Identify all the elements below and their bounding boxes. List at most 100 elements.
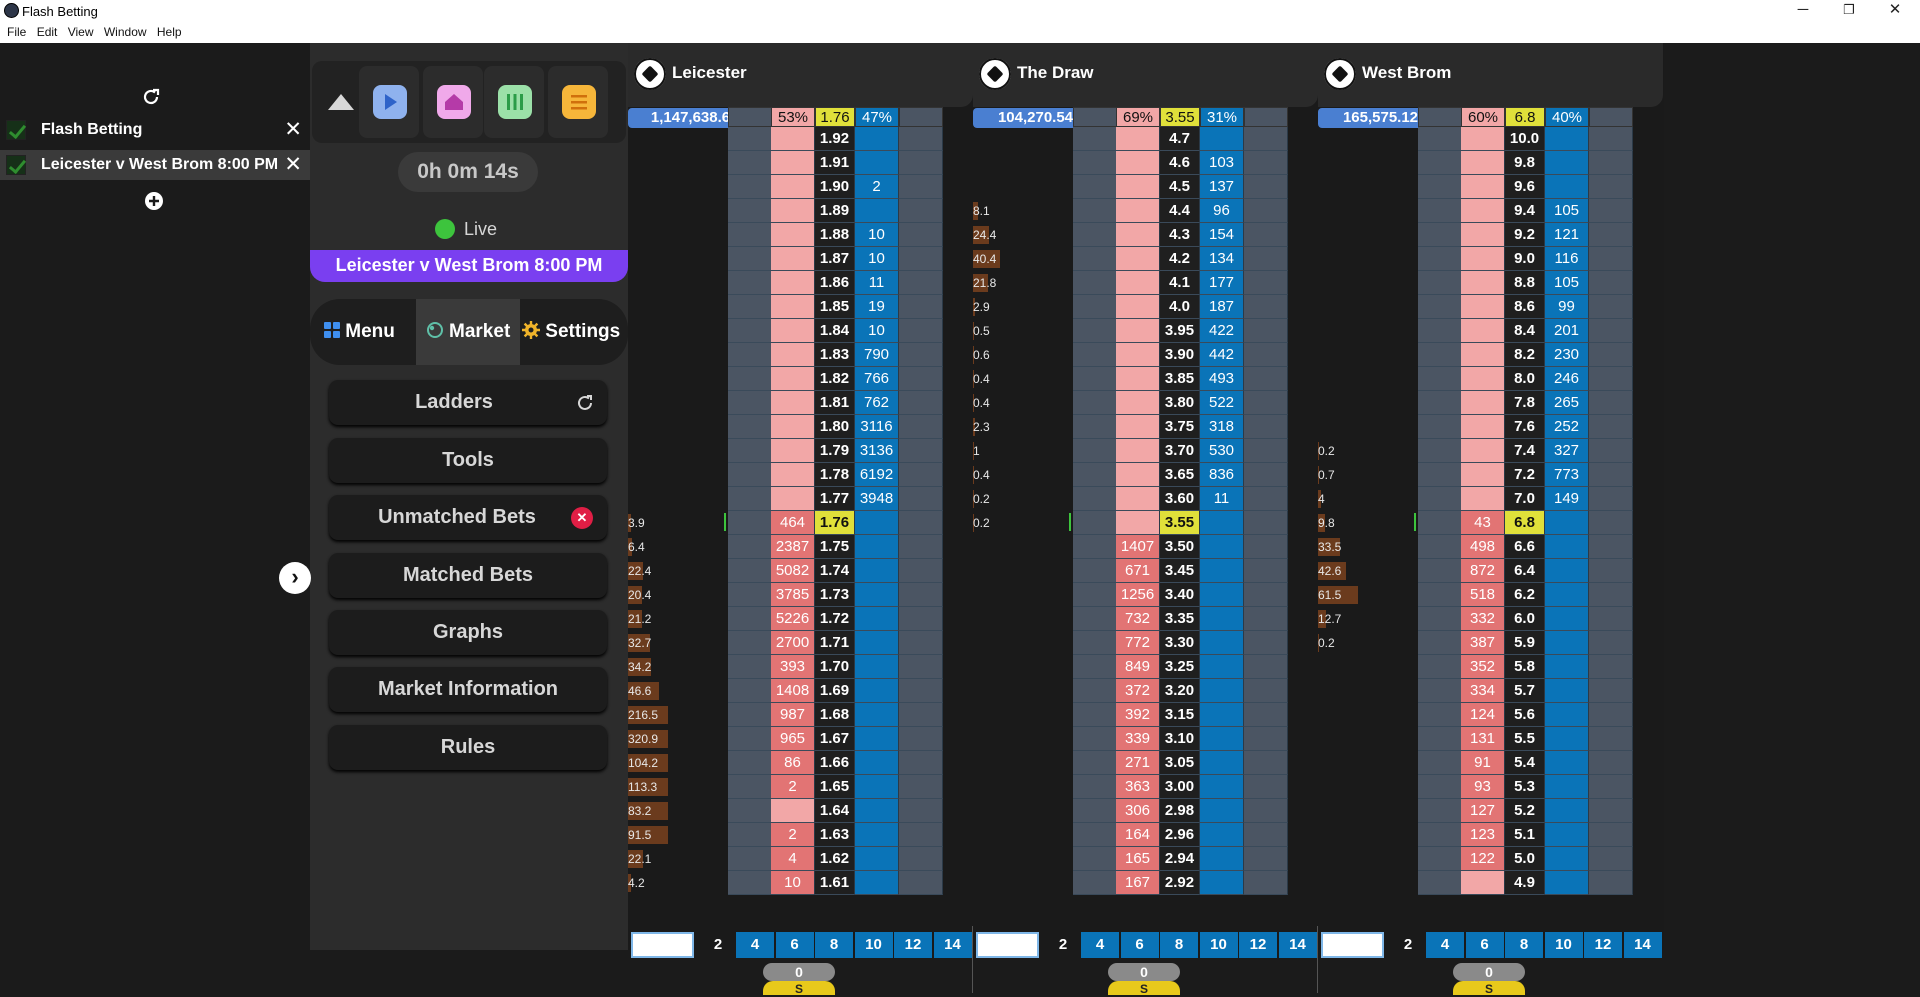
back-cell[interactable] <box>855 703 899 727</box>
ladder-cell[interactable] <box>1589 535 1633 559</box>
ladder-cell[interactable] <box>1073 583 1117 607</box>
lay-cell[interactable] <box>1461 439 1505 463</box>
menu-view[interactable]: View <box>61 22 94 39</box>
lay-cell[interactable] <box>1461 247 1505 271</box>
stake-step-button[interactable]: 14 <box>934 932 972 958</box>
ladder-cell[interactable] <box>1244 655 1288 679</box>
ladder-cell[interactable] <box>1073 463 1117 487</box>
back-cell[interactable] <box>855 655 899 679</box>
ladder-cell[interactable] <box>728 271 772 295</box>
ladder-cell[interactable] <box>1244 223 1288 247</box>
lay-cell[interactable]: 339 <box>1116 727 1160 751</box>
back-cell[interactable] <box>855 535 899 559</box>
lay-cell[interactable]: 10 <box>771 871 815 895</box>
lay-cell[interactable]: 123 <box>1461 823 1505 847</box>
lay-cell[interactable]: 872 <box>1461 559 1505 583</box>
ladder-cell[interactable] <box>1418 751 1462 775</box>
lay-cell[interactable] <box>771 271 815 295</box>
ladder-cell[interactable] <box>728 871 772 895</box>
back-cell[interactable] <box>1545 775 1589 799</box>
back-cell[interactable]: 201 <box>1545 319 1589 343</box>
back-cell[interactable]: 230 <box>1545 343 1589 367</box>
close-icon[interactable]: ✕ <box>284 117 302 142</box>
back-cell[interactable]: 10 <box>855 319 899 343</box>
ladder-cell[interactable] <box>728 655 772 679</box>
ladder-cell[interactable] <box>1244 847 1288 871</box>
lay-cell[interactable]: 91 <box>1461 751 1505 775</box>
ladder-cell[interactable] <box>1418 223 1462 247</box>
ladder-cell[interactable] <box>1073 319 1117 343</box>
lay-cell[interactable] <box>1461 463 1505 487</box>
ladder-cell[interactable] <box>899 343 943 367</box>
ladder-cell[interactable] <box>1418 415 1462 439</box>
lay-cell[interactable] <box>1116 175 1160 199</box>
back-cell[interactable]: 105 <box>1545 199 1589 223</box>
columns-button[interactable] <box>484 66 544 138</box>
back-cell[interactable] <box>1200 727 1244 751</box>
stop-button[interactable]: S <box>763 981 835 995</box>
ladder-cell[interactable] <box>1244 823 1288 847</box>
ladder-cell[interactable] <box>1418 703 1462 727</box>
back-cell[interactable]: 137 <box>1200 175 1244 199</box>
back-cell[interactable] <box>1545 535 1589 559</box>
lay-cell[interactable] <box>1116 271 1160 295</box>
triangle-up-icon[interactable] <box>326 91 356 113</box>
back-cell[interactable]: 246 <box>1545 367 1589 391</box>
lay-cell[interactable] <box>1116 223 1160 247</box>
back-cell[interactable]: 766 <box>855 367 899 391</box>
back-cell[interactable]: 99 <box>1545 295 1589 319</box>
lay-cell[interactable] <box>1461 271 1505 295</box>
play-button[interactable] <box>359 66 419 138</box>
lay-cell[interactable] <box>771 295 815 319</box>
back-cell[interactable] <box>1200 823 1244 847</box>
lay-cell[interactable]: 392 <box>1116 703 1160 727</box>
ladder-cell[interactable] <box>899 319 943 343</box>
ladder-cell[interactable] <box>1589 823 1633 847</box>
back-cell[interactable] <box>1200 583 1244 607</box>
lay-cell[interactable] <box>1116 199 1160 223</box>
back-cell[interactable] <box>1545 751 1589 775</box>
lay-cell[interactable]: 167 <box>1116 871 1160 895</box>
lay-cell[interactable]: 164 <box>1116 823 1160 847</box>
back-cell[interactable]: 252 <box>1545 415 1589 439</box>
ladder-cell[interactable] <box>1418 439 1462 463</box>
ladder-cell[interactable] <box>1589 655 1633 679</box>
stake-step-button[interactable]: 4 <box>1426 932 1464 958</box>
cancel-all-icon[interactable]: ✕ <box>571 507 593 529</box>
ladder-cell[interactable] <box>728 631 772 655</box>
ladder-cell[interactable] <box>1418 127 1462 151</box>
ladder-cell[interactable] <box>1589 583 1633 607</box>
back-cell[interactable] <box>1545 127 1589 151</box>
ladder-cell[interactable] <box>899 535 943 559</box>
ladder-cell[interactable] <box>1073 199 1117 223</box>
lay-cell[interactable] <box>1116 127 1160 151</box>
back-cell[interactable] <box>855 679 899 703</box>
ladder-cell[interactable] <box>1418 247 1462 271</box>
close-window-button[interactable]: ✕ <box>1872 0 1918 22</box>
refresh-icon[interactable] <box>140 86 162 108</box>
back-cell[interactable]: 773 <box>1545 463 1589 487</box>
lay-cell[interactable] <box>1461 223 1505 247</box>
back-cell[interactable] <box>1545 727 1589 751</box>
ladder-cell[interactable] <box>1073 511 1117 535</box>
ladder-cell[interactable] <box>1589 247 1633 271</box>
ladder-cell[interactable] <box>728 535 772 559</box>
back-cell[interactable] <box>855 823 899 847</box>
ladder-cell[interactable] <box>728 847 772 871</box>
lay-cell[interactable]: 393 <box>771 655 815 679</box>
ladder-cell[interactable] <box>1418 199 1462 223</box>
back-cell[interactable]: 327 <box>1545 439 1589 463</box>
ladder-cell[interactable] <box>1589 559 1633 583</box>
back-cell[interactable]: 19 <box>855 295 899 319</box>
ladder-cell[interactable] <box>1073 271 1117 295</box>
ladder-cell[interactable] <box>1244 391 1288 415</box>
lay-cell[interactable] <box>771 127 815 151</box>
lay-cell[interactable]: 127 <box>1461 799 1505 823</box>
back-cell[interactable] <box>1200 511 1244 535</box>
ladder-cell[interactable] <box>1244 271 1288 295</box>
back-cell[interactable] <box>855 151 899 175</box>
ladder-cell[interactable] <box>1073 655 1117 679</box>
tab-market[interactable]: Market <box>416 299 520 365</box>
back-cell[interactable] <box>1200 631 1244 655</box>
back-cell[interactable] <box>855 559 899 583</box>
